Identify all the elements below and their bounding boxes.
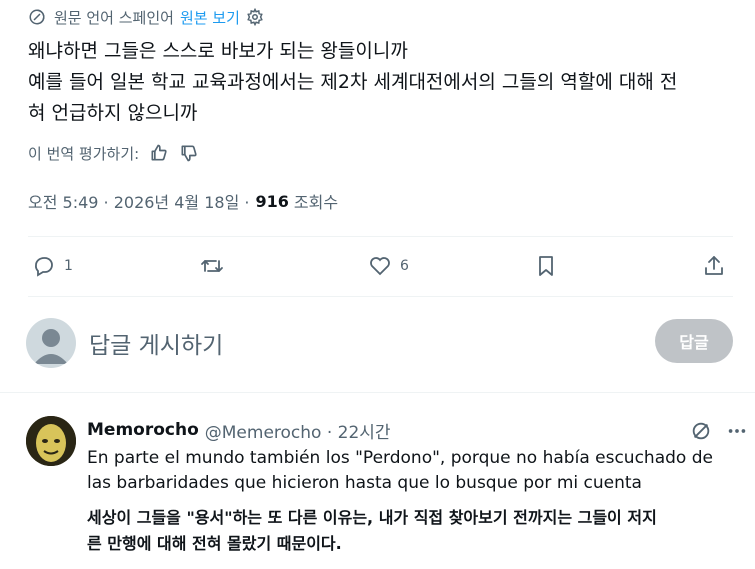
translation-bar: 원문 언어 스페인어 원본 보기 xyxy=(28,6,264,28)
reply-avatar-image xyxy=(26,416,76,466)
reply-translation-line: 세상이 그들을 "용서"하는 또 다른 이유는, 내가 직접 찾아보기 전까지는… xyxy=(87,508,657,527)
like-count: 6 xyxy=(400,258,409,274)
reply-icon xyxy=(35,257,53,277)
share-icon xyxy=(705,256,723,275)
tweet-text: 왜냐하면 그들은 스스로 바보가 되는 왕들이니까 예를 들어 일본 학교 교육… xyxy=(28,36,740,129)
reply-button[interactable]: 답글 xyxy=(655,319,733,363)
views-count: 916 xyxy=(255,191,289,211)
globe-translate-icon xyxy=(28,8,46,26)
divider xyxy=(28,236,733,237)
reply-header: Memorocho @Memerocho · 22시간 xyxy=(87,418,391,443)
tweet-line: 왜냐하면 그들은 스스로 바보가 되는 왕들이니까 xyxy=(28,40,408,62)
divider xyxy=(28,296,733,297)
heart-icon xyxy=(370,257,390,276)
action-bar: 1 6 xyxy=(28,250,733,282)
more-options-icon[interactable] xyxy=(726,420,748,442)
reply-avatar[interactable] xyxy=(26,416,76,466)
reply-count: 1 xyxy=(64,258,73,274)
views-label: 조회수 xyxy=(293,193,339,212)
share-action[interactable] xyxy=(702,250,726,282)
globe-translate-icon[interactable] xyxy=(690,420,712,442)
translation-label: 원문 언어 스페인어 xyxy=(54,8,174,27)
reply-line: En parte el mundo también los "Perdono",… xyxy=(87,448,713,468)
bookmark-action[interactable] xyxy=(534,250,558,282)
rate-label: 이 번역 평가하기: xyxy=(28,144,140,163)
retweet-icon xyxy=(201,260,223,272)
avatar[interactable] xyxy=(26,318,76,368)
reply-handle-time[interactable]: @Memerocho · 22시간 xyxy=(205,418,391,443)
show-original-link[interactable]: 원본 보기 xyxy=(180,7,240,28)
thumbs-down-icon[interactable] xyxy=(179,143,199,163)
tweet-meta: 오전 5:49 · 2026년 4월 18일 · 916 조회수 xyxy=(28,189,339,213)
tweet-line: 혀 언급하지 않으니까 xyxy=(28,102,198,124)
retweet-action[interactable] xyxy=(200,250,232,282)
gear-icon[interactable] xyxy=(246,8,264,26)
default-avatar-icon xyxy=(34,329,68,364)
reply-translation: 세상이 그들을 "용서"하는 또 다른 이유는, 내가 직접 찾아보기 전까지는… xyxy=(87,505,737,557)
like-action[interactable]: 6 xyxy=(368,250,409,282)
reply-translation-line: 른 만행에 대해 전혀 몰랐기 때문이다. xyxy=(87,534,342,553)
reply-text: En parte el mundo también los "Perdono",… xyxy=(87,446,737,496)
reply-input[interactable]: 답글 게시하기 xyxy=(89,326,223,360)
reply-line: las barbaridades que hicieron hasta que … xyxy=(87,473,642,493)
rate-translation: 이 번역 평가하기: xyxy=(28,142,199,164)
section-divider xyxy=(0,392,755,404)
thumbs-up-icon[interactable] xyxy=(149,143,169,163)
tweet-line: 예를 들어 일본 학교 교육과정에서는 제2차 세계대전에서의 그들의 역할에 … xyxy=(28,71,678,93)
reply-author-name[interactable]: Memorocho xyxy=(87,420,199,440)
reply-icons xyxy=(676,420,748,442)
bookmark-icon xyxy=(539,256,553,276)
reply-action[interactable]: 1 xyxy=(32,250,73,282)
timestamp[interactable]: 오전 5:49 · 2026년 4월 18일 · xyxy=(28,189,249,213)
